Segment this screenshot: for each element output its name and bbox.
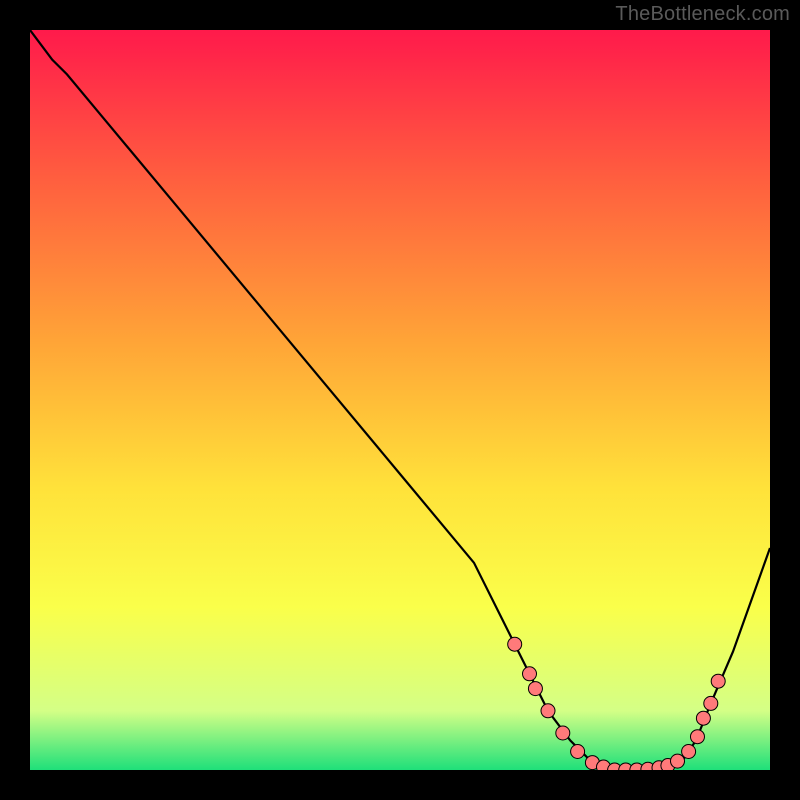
optimal-point-marker (541, 704, 555, 718)
chart-svg (30, 30, 770, 770)
optimal-point-marker (528, 682, 542, 696)
chart-frame: TheBottleneck.com (0, 0, 800, 800)
watermark-text: TheBottleneck.com (615, 3, 790, 26)
optimal-point-marker (704, 696, 718, 710)
optimal-point-marker (671, 754, 685, 768)
optimal-point-marker (508, 637, 522, 651)
plot-area (30, 30, 770, 770)
heatmap-background (30, 30, 770, 770)
optimal-point-marker (556, 726, 570, 740)
optimal-point-marker (711, 674, 725, 688)
optimal-point-marker (571, 745, 585, 759)
optimal-point-marker (696, 711, 710, 725)
optimal-point-marker (523, 667, 537, 681)
optimal-point-marker (690, 730, 704, 744)
optimal-point-marker (682, 745, 696, 759)
